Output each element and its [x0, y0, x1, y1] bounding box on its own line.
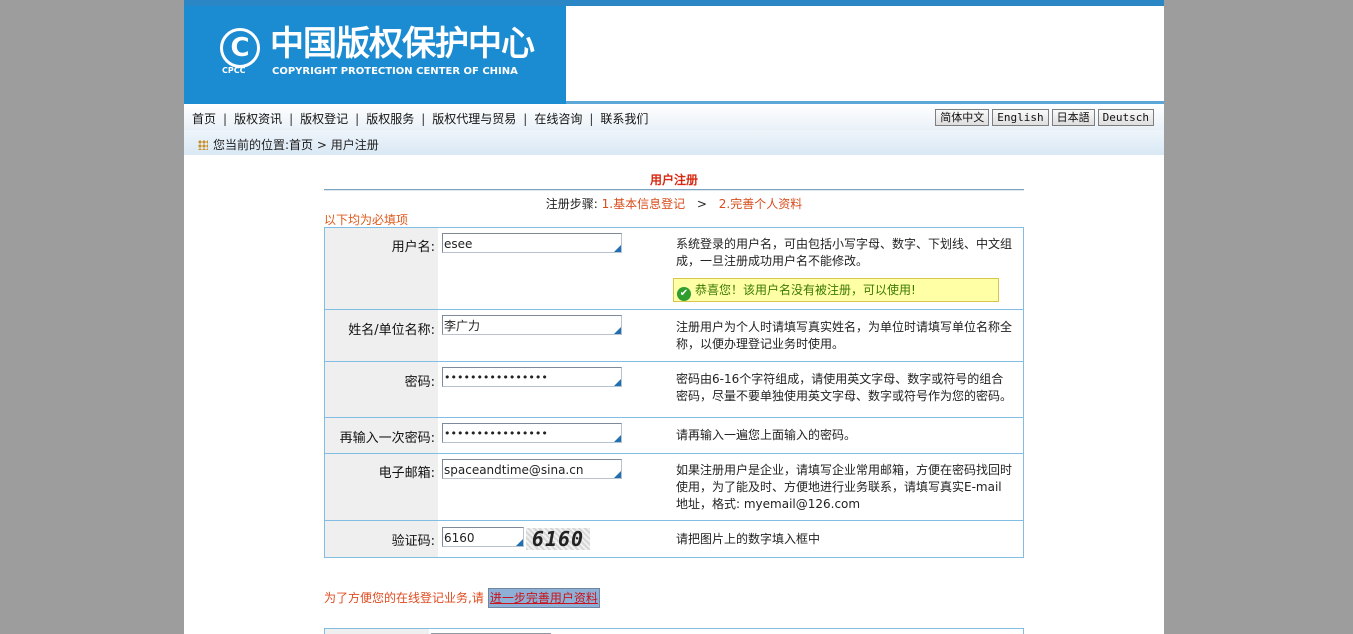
- banner-area: [566, 6, 1164, 101]
- language-switcher: 简体中文 English 日本語 Deutsch: [932, 109, 1154, 126]
- name-label: 姓名/单位名称:: [324, 309, 438, 362]
- breadcrumb-arrow: >: [316, 138, 327, 152]
- copyright-logo-icon: C: [220, 28, 260, 68]
- registration-steps: 注册步骤: 1.基本信息登记 > 2.完善个人资料: [324, 195, 1024, 212]
- complete-profile-prompt: 为了方便您的在线登记业务,请 进一步完善用户资料: [324, 588, 600, 608]
- username-label: 用户名:: [324, 227, 438, 310]
- nav-item-contact[interactable]: 联系我们: [600, 112, 648, 126]
- nav-item-home[interactable]: 首页: [192, 112, 216, 126]
- logo-english-name: COPYRIGHT PROTECTION CENTER OF CHINA: [272, 66, 518, 77]
- username-available-message: ✔ 恭喜您！该用户名没有被注册，可以使用!: [673, 278, 999, 302]
- email-label: 电子邮箱:: [324, 453, 438, 521]
- nav-item-agency-trade[interactable]: 版权代理与贸易: [432, 112, 516, 126]
- nav-item-services[interactable]: 版权服务: [366, 112, 414, 126]
- form-title: 用户注册: [649, 173, 698, 187]
- nav-separator: |: [223, 112, 228, 126]
- site-header: C CPCC 中国版权保护中心 COPYRIGHT PROTECTION CEN…: [184, 0, 1164, 104]
- username-hint: 系统登录的用户名，可由包括小写字母、数字、下划线、中文组成，一旦注册成功用户名不…: [673, 227, 1024, 310]
- check-circle-icon: ✔: [677, 287, 691, 301]
- form-row-username: 用户名: esee 系统登录的用户名，可由包括小写字母、数字、下划线、中文组成，…: [324, 227, 1024, 310]
- required-note: 以下均为必填项: [324, 213, 409, 227]
- captcha-label: 验证码:: [324, 520, 438, 558]
- breadcrumb-prefix: 您当前的位置:: [213, 138, 290, 152]
- email-hint: 如果注册用户是企业，请填写企业常用邮箱，方便在密码找回时使用，为了能及时、方便地…: [676, 453, 1024, 521]
- lang-button-de[interactable]: Deutsch: [1097, 109, 1154, 126]
- password-input[interactable]: ••••••••••••••••: [442, 367, 622, 387]
- password-confirm-label: 再输入一次密码:: [324, 417, 438, 454]
- breadcrumb: 您当前的位置:首页 > 用户注册: [198, 136, 379, 153]
- main-nav-bar: 首页 | 版权资讯 | 版权登记 | 版权服务 | 版权代理与贸易 | 在线咨询 | 联系我们 简体中文…: [184, 104, 1164, 130]
- form-row-password: 密码: •••••••••••••••• 密码由6-16个字符组成，请使用英文字…: [324, 361, 1024, 418]
- nav-separator: |: [355, 112, 360, 126]
- dots-icon: [198, 140, 208, 150]
- username-input[interactable]: esee: [442, 233, 622, 253]
- nav-separator: |: [523, 112, 528, 126]
- nav-item-registration[interactable]: 版权登记: [300, 112, 348, 126]
- step-2: 2.完善个人资料: [718, 197, 803, 211]
- logo-chinese-name: 中国版权保护中心: [270, 24, 535, 64]
- steps-arrow: >: [696, 197, 707, 211]
- nav-separator: |: [289, 112, 294, 126]
- lang-button-en[interactable]: English: [992, 109, 1049, 126]
- form-row-name: 姓名/单位名称: 李广力 注册用户为个人时请填写真实姓名，为单位时请填写单位名称…: [324, 309, 1024, 362]
- title-divider: [324, 189, 1024, 191]
- captcha-input[interactable]: 6160: [442, 527, 524, 547]
- breadcrumb-home-link[interactable]: 首页: [289, 138, 313, 152]
- main-nav: 首页 | 版权资讯 | 版权登记 | 版权服务 | 版权代理与贸易 | 在线咨询 | 联系我们: [192, 110, 648, 127]
- next-section-table: [324, 628, 1024, 634]
- logo-abbrev: CPCC: [222, 66, 246, 75]
- password-confirm-hint: 请再输入一遍您上面输入的密码。: [676, 417, 1024, 454]
- page: C CPCC 中国版权保护中心 COPYRIGHT PROTECTION CEN…: [184, 0, 1164, 634]
- captcha-hint: 请把图片上的数字填入框中: [676, 520, 1024, 558]
- complete-profile-note: 为了方便您的在线登记业务,请: [324, 591, 484, 605]
- breadcrumb-bar: 您当前的位置:首页 > 用户注册: [184, 130, 1164, 155]
- nav-item-news[interactable]: 版权资讯: [234, 112, 282, 126]
- lang-button-zh[interactable]: 简体中文: [935, 109, 990, 126]
- password-hint: 密码由6-16个字符组成，请使用英文字母、数字或符号的组合密码，尽量不要单独使用…: [676, 361, 1024, 418]
- nav-separator: |: [589, 112, 594, 126]
- breadcrumb-current: 用户注册: [330, 138, 379, 152]
- password-confirm-input[interactable]: ••••••••••••••••: [442, 423, 622, 443]
- form-row-email: 电子邮箱: spaceandtime@sina.cn 如果注册用户是企业，请填写…: [324, 453, 1024, 521]
- password-label: 密码:: [324, 361, 438, 418]
- name-hint: 注册用户为个人时请填写真实姓名，为单位时请填写单位名称全称，以便办理登记业务时使…: [676, 309, 1024, 362]
- lang-button-ja[interactable]: 日本語: [1051, 109, 1095, 126]
- nav-item-consult[interactable]: 在线咨询: [534, 112, 582, 126]
- nav-separator: |: [421, 112, 426, 126]
- form-table: 用户名: esee 系统登录的用户名，可由包括小写字母、数字、下划线、中文组成，…: [324, 227, 1024, 558]
- step-1: 1.基本信息登记: [601, 197, 686, 211]
- email-input[interactable]: spaceandtime@sina.cn: [442, 459, 622, 479]
- captcha-image[interactable]: 6160: [526, 528, 590, 550]
- registration-form: 用户注册 注册步骤: 1.基本信息登记 > 2.完善个人资料 以下均为必填项 用…: [324, 172, 1024, 634]
- steps-label: 注册步骤:: [545, 197, 598, 211]
- complete-profile-button[interactable]: 进一步完善用户资料: [487, 588, 600, 608]
- form-row-password-confirm: 再输入一次密码: •••••••••••••••• 请再输入一遍您上面输入的密码…: [324, 417, 1024, 454]
- name-input[interactable]: 李广力: [442, 315, 622, 335]
- form-row-captcha: 验证码: 6160 6160 请把图片上的数字填入框中: [324, 520, 1024, 558]
